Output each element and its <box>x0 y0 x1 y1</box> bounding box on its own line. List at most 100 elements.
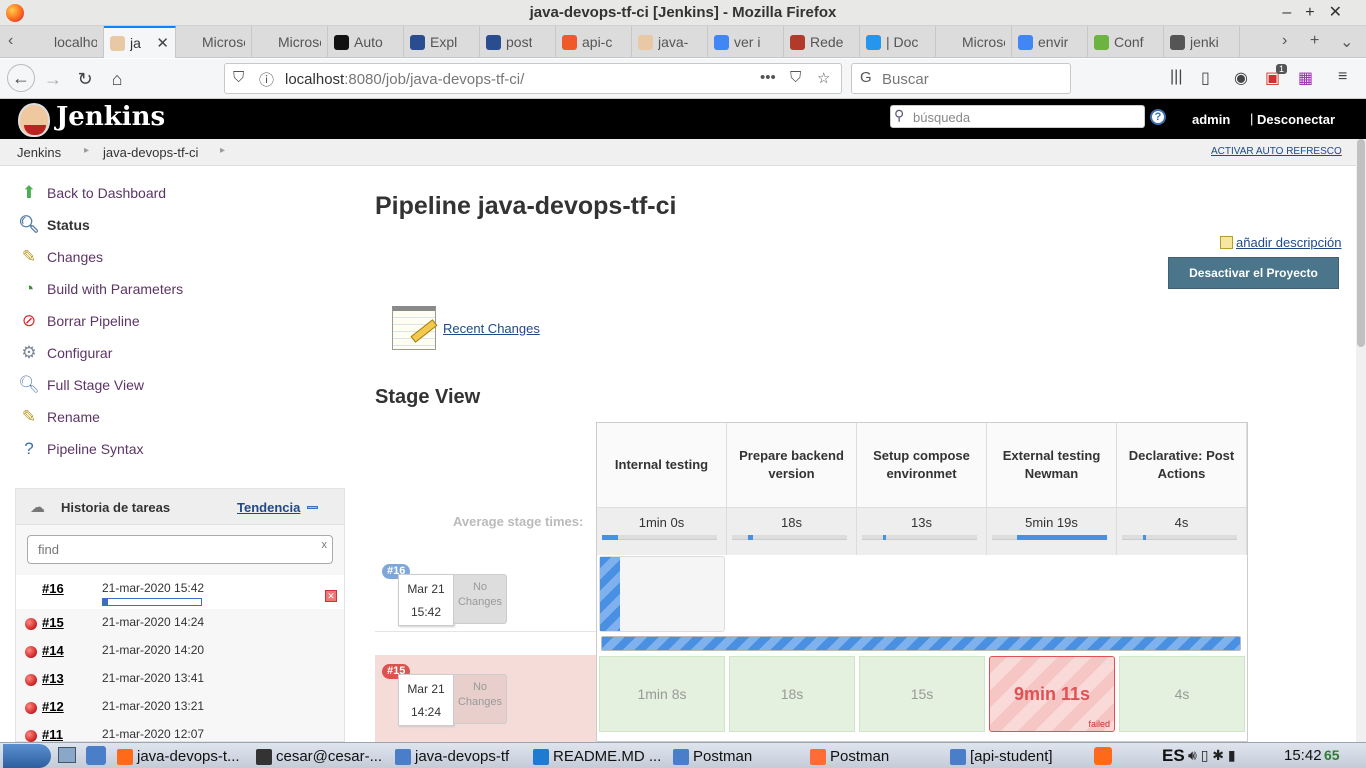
build-number-link[interactable]: #15 <box>42 615 64 630</box>
help-icon[interactable]: ? <box>1150 109 1166 125</box>
sidebar-item-delete-pipeline[interactable]: ⊘ Borrar Pipeline <box>18 309 140 333</box>
tab-12[interactable]: Microse <box>936 26 1012 58</box>
tab-2[interactable]: Microse <box>176 26 252 58</box>
sidebar-item-pipeline-syntax[interactable]: ? Pipeline Syntax <box>18 437 143 461</box>
jenkins-logo-icon[interactable] <box>18 103 50 137</box>
build-find-input[interactable] <box>38 542 308 557</box>
stage-cell[interactable]: 18s <box>729 656 855 732</box>
taskbar-item[interactable]: [api-student] <box>950 746 1080 767</box>
url-text[interactable]: localhost:8080/job/java-devops-tf-ci/ <box>285 71 524 88</box>
tab-4[interactable]: Auto <box>328 26 404 58</box>
new-tab-icon[interactable]: + <box>1310 32 1319 50</box>
build-number-link[interactable]: #14 <box>42 643 64 658</box>
stop-build-icon[interactable]: ✕ <box>325 590 337 602</box>
stage-cell[interactable]: 15s <box>859 656 985 732</box>
tab-8[interactable]: java- <box>632 26 708 58</box>
start-menu-button[interactable] <box>3 744 51 768</box>
system-tray-icons[interactable]: 🔊︎ ▯ ✱ ▮ <box>1188 747 1236 764</box>
build-number-link[interactable]: #16 <box>42 581 64 596</box>
disable-project-button[interactable]: Desactivar el Proyecto <box>1168 257 1339 289</box>
page-scrollbar[interactable] <box>1356 139 1366 742</box>
library-icon[interactable]: ||| <box>1170 68 1182 86</box>
tabs-scroll-left-icon[interactable]: ‹ <box>8 32 13 50</box>
tab-list-icon[interactable]: ⌄ <box>1340 32 1353 52</box>
tab-1[interactable]: ja ✕ <box>104 26 176 58</box>
stage-cell[interactable] <box>859 556 985 632</box>
build-number-link[interactable]: #12 <box>42 699 64 714</box>
taskbar-item[interactable]: java-devops-tf <box>395 746 521 767</box>
taskbar-item[interactable]: README.MD ... <box>533 746 663 767</box>
sidebar-item-changes[interactable]: ✎ Changes <box>18 245 103 269</box>
taskbar-item[interactable]: Postman <box>673 746 793 767</box>
sidebar-item-full-stage-view[interactable]: 🔍︎ Full Stage View <box>18 373 144 397</box>
tab-6[interactable]: post <box>480 26 556 58</box>
breadcrumb-arrow-icon[interactable]: ▸ <box>220 145 225 156</box>
account-icon[interactable]: ◉ <box>1234 68 1248 88</box>
build-row[interactable]: #16 21-mar-2020 15:42 ✕ <box>16 575 344 609</box>
logout-link[interactable]: Desconectar <box>1257 112 1335 127</box>
breadcrumb-job[interactable]: java-devops-tf-ci <box>103 145 198 160</box>
build-date[interactable]: 21-mar-2020 12:07 <box>102 727 204 741</box>
stage-cell[interactable]: 4s <box>1119 656 1245 732</box>
recent-changes[interactable]: Recent Changes <box>392 306 540 350</box>
search-bar[interactable]: G Buscar <box>851 63 1071 94</box>
build-date[interactable]: 21-mar-2020 14:20 <box>102 643 204 657</box>
jenkins-search-box[interactable]: ⚲ búsqueda <box>890 105 1145 128</box>
stage-cell[interactable] <box>599 556 725 632</box>
stage-cell[interactable] <box>1119 556 1245 632</box>
build-date[interactable]: 21-mar-2020 15:42 <box>102 581 204 595</box>
recent-changes-link[interactable]: Recent Changes <box>443 321 540 336</box>
clock[interactable]: 15:42 <box>1284 747 1322 764</box>
back-icon[interactable]: ← <box>7 64 35 92</box>
taskbar-item[interactable]: java-devops-t... <box>117 746 243 767</box>
battery-indicator[interactable]: 65 <box>1324 747 1340 763</box>
tab-13[interactable]: envir <box>1012 26 1088 58</box>
reload-icon[interactable]: ↻ <box>72 66 98 92</box>
tab-14[interactable]: Conf <box>1088 26 1164 58</box>
stage-cell[interactable] <box>729 556 855 632</box>
tabs-scroll-right-icon[interactable]: › <box>1282 32 1287 50</box>
tab-9[interactable]: ver i <box>708 26 784 58</box>
jenkins-brand[interactable]: Jenkins <box>56 102 165 132</box>
tab-5[interactable]: Expl <box>404 26 480 58</box>
tab-11[interactable]: | Doc <box>860 26 936 58</box>
keyboard-layout[interactable]: ES <box>1162 746 1185 766</box>
sidebar-icon[interactable]: ▯ <box>1201 68 1210 88</box>
url-bar[interactable]: ⛉ ⓘ localhost:8080/job/java-devops-tf-ci… <box>224 63 842 94</box>
auto-refresh-link[interactable]: ACTIVAR AUTO REFRESCO <box>1211 146 1342 157</box>
breadcrumb-arrow-icon[interactable]: ▸ <box>84 145 89 156</box>
tab-3[interactable]: Microse <box>252 26 328 58</box>
build-date[interactable]: 21-mar-2020 14:24 <box>102 615 204 629</box>
pocket-icon[interactable]: ⛉ <box>790 69 801 86</box>
build-row[interactable]: #15 21-mar-2020 14:24 <box>16 609 344 637</box>
page-actions-icon[interactable]: ••• <box>760 69 776 86</box>
clear-find-icon[interactable]: x <box>322 539 328 551</box>
user-link[interactable]: admin <box>1192 112 1230 127</box>
build-find-field[interactable]: x <box>27 535 333 564</box>
shield-icon[interactable]: ⛉ <box>233 69 244 86</box>
window-controls[interactable]: –+✕ <box>1282 2 1356 22</box>
sidebar-item-status[interactable]: 🔍︎ Status <box>18 213 90 237</box>
taskbar-item[interactable]: Postman <box>810 746 940 767</box>
tab-10[interactable]: Rede <box>784 26 860 58</box>
firefox-tray-icon[interactable] <box>1094 747 1112 765</box>
app-grid-icon[interactable] <box>86 746 106 765</box>
close-tab-icon[interactable]: ✕ <box>156 34 169 52</box>
stage-cell[interactable]: 9min 11s failed <box>989 656 1115 732</box>
sidebar-item-configure[interactable]: ⚙ Configurar <box>18 341 112 365</box>
stage-cell[interactable] <box>989 556 1115 632</box>
breadcrumb-jenkins[interactable]: Jenkins <box>17 145 61 160</box>
tab-15[interactable]: jenki <box>1164 26 1240 58</box>
show-desktop-icon[interactable] <box>58 747 76 763</box>
info-icon[interactable]: ⓘ <box>259 69 274 90</box>
trend-link[interactable]: Tendencia <box>237 500 300 515</box>
sidebar-item-build-with-parameters[interactable]: ◔ Build with Parameters <box>18 277 183 301</box>
build-row[interactable]: #13 21-mar-2020 13:41 <box>16 665 344 693</box>
build-row[interactable]: #12 21-mar-2020 13:21 <box>16 693 344 721</box>
search-engine-icon[interactable]: G <box>860 69 872 86</box>
sidebar-item-rename[interactable]: ✎ Rename <box>18 405 100 429</box>
extension-2-icon[interactable]: ▦ <box>1298 68 1313 88</box>
build-date[interactable]: 21-mar-2020 13:21 <box>102 699 204 713</box>
add-description-link[interactable]: añadir descripción <box>1220 235 1342 250</box>
sidebar-item-back-to-dashboard[interactable]: ⬆ Back to Dashboard <box>18 181 166 205</box>
